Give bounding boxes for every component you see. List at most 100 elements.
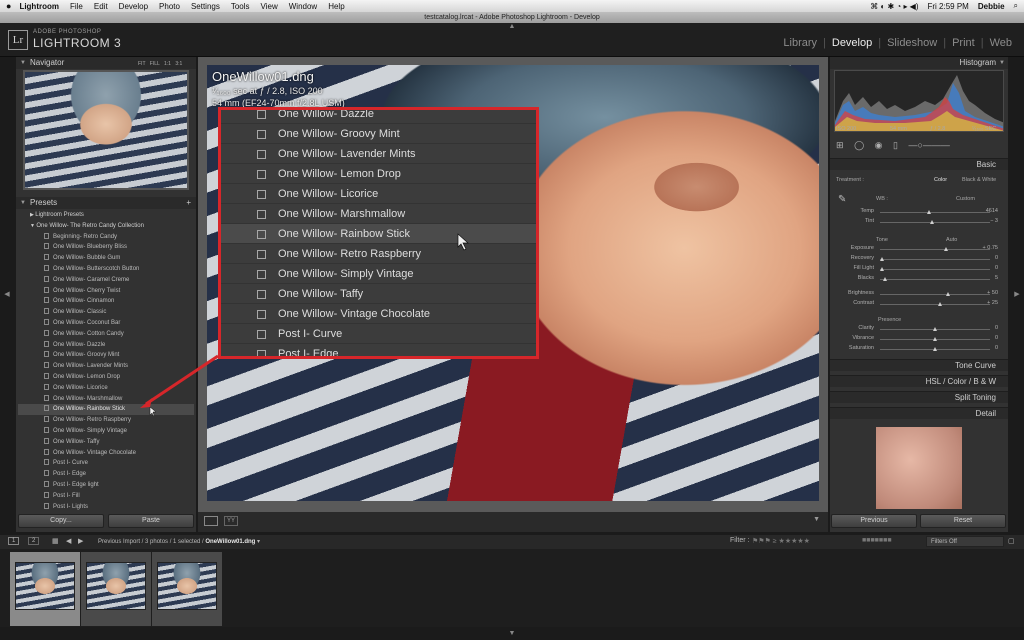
module-print[interactable]: Print (952, 37, 975, 49)
apple-icon[interactable]: ● (6, 1, 11, 11)
slider-knob[interactable] (945, 292, 950, 296)
slider-value[interactable]: 5 (995, 275, 998, 281)
preset-item[interactable]: Post I- Curve (18, 458, 194, 469)
right-panel-toggle-icon[interactable]: ▶ (1013, 290, 1021, 298)
slider-track[interactable] (880, 337, 990, 341)
menu-tools[interactable]: Tools (231, 2, 250, 11)
slider-value[interactable]: + 25 (987, 300, 998, 306)
graduated-filter-icon[interactable]: ▯ (893, 140, 898, 150)
preset-item[interactable]: One Willow- Cinnamon (18, 296, 194, 307)
preset-item[interactable]: One Willow- Lavender Mints (18, 361, 194, 372)
slider-knob[interactable] (879, 257, 884, 261)
preset-item[interactable]: One Willow- Vintage Chocolate (18, 448, 194, 459)
status-icons[interactable]: ⌘ ◐ ✱ ◔ ▸ ◀) (870, 2, 918, 11)
slider-knob[interactable] (883, 277, 887, 281)
slider-knob[interactable] (932, 337, 937, 341)
preset-item[interactable]: One Willow- Bubble Gum (18, 253, 194, 264)
loupe-view-icon[interactable] (204, 516, 218, 526)
preset-item[interactable]: Beginning- Retro Candy (18, 232, 194, 243)
filmstrip-thumbnail[interactable] (152, 552, 222, 626)
menu-app[interactable]: Lightroom (19, 2, 59, 11)
preset-item[interactable]: One Willow- Caramel Creme (18, 275, 194, 286)
module-web[interactable]: Web (990, 37, 1012, 49)
slider-knob[interactable] (943, 247, 948, 251)
slider-track[interactable] (880, 347, 990, 351)
filter-lock-icon[interactable]: ▢ (1008, 537, 1015, 545)
slider-track[interactable] (880, 277, 990, 281)
presets-header[interactable]: ▼ Presets + (16, 197, 196, 209)
navigator-zoom-options[interactable]: FIT FILL 1:1 3:1 (138, 61, 182, 67)
preset-item[interactable]: One Willow- Retro Raspberry (18, 415, 194, 426)
spot-removal-icon[interactable]: ◯ (854, 140, 864, 150)
filmstrip-thumbnail[interactable] (10, 552, 80, 626)
menu-photo[interactable]: Photo (159, 2, 180, 11)
slider-knob[interactable] (938, 302, 942, 306)
menubar-user[interactable]: Debbie (978, 2, 1005, 11)
detail-header[interactable]: Detail (830, 407, 1008, 419)
slider-value[interactable]: 4614 (986, 208, 998, 214)
slider-value[interactable]: + 50 (987, 290, 998, 296)
slider-track[interactable] (879, 257, 990, 261)
spotlight-icon[interactable]: ⌕ (1014, 1, 1018, 11)
slider-knob[interactable] (932, 327, 937, 331)
preset-item[interactable]: One Willow- Dazzle (18, 340, 194, 351)
detail-preview-image[interactable] (876, 427, 962, 509)
menu-develop[interactable]: Develop (119, 2, 148, 11)
slider-knob[interactable] (879, 267, 884, 271)
add-preset-button[interactable]: + (186, 197, 191, 209)
menu-file[interactable]: File (70, 2, 83, 11)
filmstrip-path[interactable]: Previous Import / 3 photos / 1 selected … (98, 538, 260, 545)
menu-settings[interactable]: Settings (191, 2, 220, 11)
window-2-button[interactable]: 2 (28, 537, 40, 545)
slider-track[interactable] (880, 302, 990, 306)
menu-edit[interactable]: Edit (94, 2, 108, 11)
crop-tool-icon[interactable]: ⊞ (836, 140, 844, 150)
window-1-button[interactable]: 1 (8, 537, 20, 545)
preset-item[interactable]: One Willow- Marshmallow (18, 394, 194, 405)
slider-knob[interactable] (930, 220, 935, 224)
bottom-panel-toggle-icon[interactable]: ▼ (508, 630, 516, 638)
flag-filter-icons[interactable]: ⚑⚑⚑ ≥ ★★★★★ (752, 537, 810, 545)
preset-item[interactable]: Post I- Edge light (18, 480, 194, 491)
copy-button[interactable]: Copy... (18, 514, 104, 528)
slider-value[interactable]: 0 (995, 255, 998, 261)
grid-view-icon[interactable]: ▦ (52, 537, 59, 545)
filter-preset-select[interactable]: Filters Off (926, 536, 1004, 547)
filmstrip-thumbnail[interactable] (81, 552, 151, 626)
tone-curve-header[interactable]: Tone Curve (830, 359, 1008, 371)
slider-track[interactable] (880, 220, 990, 224)
top-panel-toggle-icon[interactable]: ▲ (508, 23, 516, 31)
adjustment-brush-icon[interactable]: —○——— (909, 140, 950, 150)
preset-item[interactable]: One Willow- Coconut Bar (18, 318, 194, 329)
treatment-bw[interactable]: Black & White (962, 177, 996, 183)
module-slideshow[interactable]: Slideshow (887, 37, 937, 49)
preset-item[interactable]: ▼ One Willow- The Retro Candy Collection (18, 221, 194, 232)
preset-item[interactable]: ▶ Lightroom Presets (18, 210, 194, 221)
previous-button[interactable]: Previous (831, 514, 917, 528)
preset-item[interactable]: One Willow- Cotton Candy (18, 329, 194, 340)
red-eye-icon[interactable]: ◉ (875, 140, 883, 150)
reset-button[interactable]: Reset (920, 514, 1006, 528)
hsl-header[interactable]: HSL / Color / B & W (830, 375, 1008, 387)
slider-track[interactable] (880, 327, 990, 331)
paste-button[interactable]: Paste (108, 514, 194, 528)
menubar-clock[interactable]: Fri 2:59 PM (928, 2, 969, 11)
before-after-icon[interactable]: YY (224, 516, 238, 526)
slider-value[interactable]: 0 (995, 335, 998, 341)
slider-value[interactable]: + 0.75 (983, 245, 998, 251)
preset-item[interactable]: One Willow- Rainbow Stick (18, 404, 194, 416)
slider-value[interactable]: 0 (995, 345, 998, 351)
auto-tone-button[interactable]: Auto (946, 237, 957, 243)
histogram-graph[interactable] (834, 70, 1004, 132)
slider-track[interactable] (880, 247, 990, 251)
split-toning-header[interactable]: Split Toning (830, 391, 1008, 403)
toolbar-menu-icon[interactable]: ▼ (813, 516, 820, 523)
slider-track[interactable] (879, 267, 990, 271)
left-panel-toggle-icon[interactable]: ◀ (3, 290, 11, 298)
treatment-color[interactable]: Color (934, 177, 947, 183)
preset-item[interactable]: One Willow- Simply Vintage (18, 426, 194, 437)
slider-track[interactable] (880, 210, 990, 214)
preset-item[interactable]: One Willow- Groovy Mint (18, 350, 194, 361)
preset-item[interactable]: One Willow- Lemon Drop (18, 372, 194, 383)
navigator-preview-image[interactable] (23, 70, 189, 190)
